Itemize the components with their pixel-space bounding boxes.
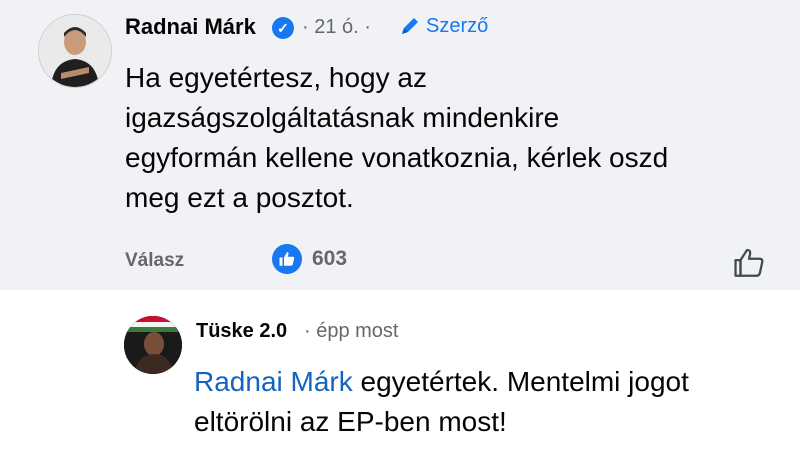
reply-text: Radnai Márk egyetértek. Mentelmi jogot e… [194,362,754,442]
parent-comment: Radnai Márk ✓ · 21 ó. · Szerző Ha egyeté… [0,0,800,290]
reaction-summary[interactable]: 603 [272,244,347,274]
reply-author-name[interactable]: Tüske 2.0 [196,320,287,343]
verified-badge-icon: ✓ [272,17,294,39]
pencil-icon [402,18,418,34]
author-badge: Szerző [398,14,488,38]
mention-link[interactable]: Radnai Márk [194,366,353,397]
reply-button[interactable]: Válasz [125,250,184,272]
reply-time[interactable]: · épp most [304,320,398,343]
like-button[interactable] [732,246,766,280]
comment-text: Ha egyetértesz, hogy az igazságszolgálta… [125,62,669,213]
thumbs-up-icon [734,249,764,277]
reaction-count: 603 [312,247,348,270]
like-reaction-icon [272,244,302,274]
author-badge-label: Szerző [426,14,489,37]
comment-time[interactable]: · 21 ó. · [302,16,371,39]
commenter-name[interactable]: Radnai Márk [125,14,256,40]
commenter-avatar[interactable] [38,14,112,88]
reply-avatar[interactable] [124,316,182,374]
